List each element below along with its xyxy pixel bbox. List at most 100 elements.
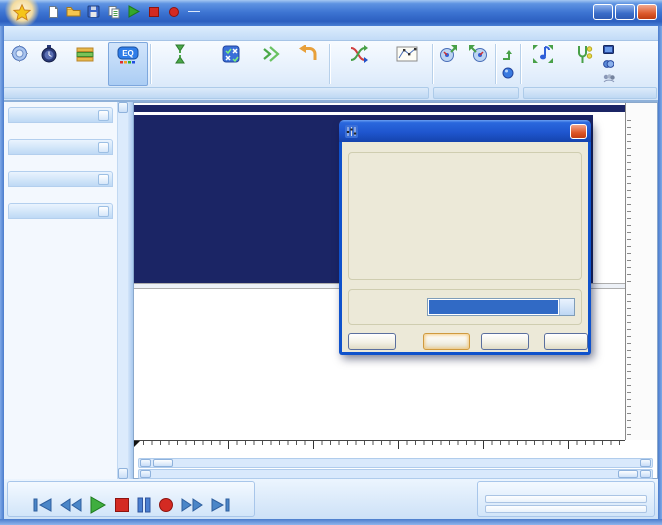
minimize-button[interactable] bbox=[593, 4, 613, 20]
horizontal-scrollbar-wave[interactable] bbox=[138, 458, 653, 468]
record-icon[interactable] bbox=[166, 4, 181, 19]
scroll-right-icon[interactable] bbox=[640, 459, 651, 467]
amplify-button[interactable] bbox=[3, 42, 35, 86]
record-button[interactable] bbox=[158, 497, 174, 513]
time-ruler[interactable] bbox=[134, 440, 625, 457]
play-icon[interactable] bbox=[126, 4, 141, 19]
mix-stereo-channels-icon bbox=[348, 43, 368, 64]
collapse-icon[interactable] bbox=[98, 109, 109, 121]
dialog-body bbox=[342, 142, 588, 352]
horizontal-scrollbar-view[interactable] bbox=[138, 469, 653, 479]
echo-button[interactable] bbox=[35, 42, 62, 86]
flanger-button[interactable] bbox=[603, 58, 659, 71]
dialog-titlebar[interactable] bbox=[339, 120, 591, 142]
collapse-icon[interactable] bbox=[98, 141, 109, 153]
window-frame-right bbox=[658, 26, 662, 519]
envelope-button[interactable] bbox=[384, 42, 430, 86]
chevron-down-icon[interactable] bbox=[559, 299, 574, 315]
preview-button[interactable] bbox=[348, 333, 396, 350]
equalizer-groupbox bbox=[348, 152, 582, 280]
skip-to-end-button[interactable] bbox=[210, 497, 230, 513]
fade-sphere-icon[interactable] bbox=[501, 66, 516, 80]
level-meter-right bbox=[485, 505, 647, 513]
collapse-icon[interactable] bbox=[98, 173, 109, 185]
db-ruler bbox=[625, 103, 658, 440]
phaser-button[interactable] bbox=[603, 44, 659, 57]
envelope-icon bbox=[396, 43, 418, 64]
open-file-icon[interactable] bbox=[66, 4, 81, 19]
group-label-fade bbox=[433, 87, 519, 99]
dialog-close-button[interactable] bbox=[570, 123, 587, 139]
speed-change-button[interactable] bbox=[523, 42, 563, 86]
new-file-icon[interactable] bbox=[46, 4, 61, 19]
section-header-tools[interactable] bbox=[8, 171, 113, 187]
pause-button[interactable] bbox=[137, 497, 151, 513]
section-header-effects[interactable] bbox=[8, 139, 113, 155]
speed-change-icon bbox=[532, 43, 554, 64]
ok-button[interactable] bbox=[423, 333, 470, 350]
compressor-icon bbox=[172, 43, 188, 64]
scroll-right-icon[interactable] bbox=[640, 470, 651, 478]
db-scale-right-channel bbox=[626, 289, 658, 439]
ribbon-separator bbox=[329, 44, 330, 84]
fast-forward-button[interactable] bbox=[181, 497, 203, 513]
task-pane bbox=[4, 102, 117, 479]
selection-info-panel bbox=[260, 481, 472, 517]
compressor-button[interactable] bbox=[153, 42, 207, 86]
svg-text:EQ: EQ bbox=[122, 49, 134, 58]
sidebar-section-edit bbox=[8, 107, 113, 132]
scroll-left-icon[interactable] bbox=[140, 470, 151, 478]
presets-groupbox bbox=[348, 289, 582, 325]
amplify-icon bbox=[10, 43, 29, 64]
flanger-icon bbox=[603, 60, 614, 68]
skip-to-start-button[interactable] bbox=[33, 497, 53, 513]
reverb-button[interactable] bbox=[254, 42, 288, 86]
fade-preset-arrow-icon[interactable] bbox=[501, 49, 516, 63]
transport-controls bbox=[8, 493, 254, 517]
presets-selected-value[interactable] bbox=[429, 300, 558, 314]
qat-customize-icon[interactable] bbox=[188, 11, 200, 12]
sidebar-section-bookmark bbox=[8, 203, 113, 228]
scroll-left-icon[interactable] bbox=[140, 459, 151, 467]
section-header-edit[interactable] bbox=[8, 107, 113, 123]
presets-dropdown[interactable] bbox=[427, 298, 575, 316]
reverse-button[interactable] bbox=[288, 42, 327, 86]
scroll-down-icon[interactable] bbox=[118, 468, 128, 479]
time-ruler-ticks bbox=[140, 441, 622, 449]
window-frame-bottom bbox=[0, 519, 662, 525]
scrollbar-thumb[interactable] bbox=[618, 470, 638, 478]
equalizer-dialog-icon bbox=[345, 124, 358, 138]
stop-button[interactable] bbox=[114, 497, 130, 513]
chorus-button[interactable] bbox=[603, 72, 659, 85]
play-button[interactable] bbox=[89, 496, 107, 514]
group-label-special bbox=[523, 87, 657, 99]
sidebar-scrollbar[interactable] bbox=[117, 102, 128, 479]
ribbon-separator bbox=[150, 44, 151, 84]
collapse-icon[interactable] bbox=[98, 205, 109, 217]
equalizer-icon: EQ bbox=[116, 44, 140, 65]
maximize-button[interactable] bbox=[615, 4, 635, 20]
save-icon[interactable] bbox=[86, 4, 101, 19]
cancel-button[interactable] bbox=[481, 333, 529, 350]
app-logo-button[interactable] bbox=[5, 0, 39, 26]
section-header-bookmark[interactable] bbox=[8, 203, 113, 219]
waveform-unselected-region[interactable] bbox=[593, 115, 625, 283]
fade-in-button[interactable] bbox=[435, 42, 463, 86]
normalize-button[interactable] bbox=[62, 42, 108, 86]
ribbon-separator bbox=[495, 44, 496, 84]
scroll-up-icon[interactable] bbox=[118, 102, 128, 113]
mix-stereo-channels-button[interactable] bbox=[332, 42, 384, 86]
stop-icon[interactable] bbox=[146, 4, 161, 19]
eq-sliders bbox=[381, 166, 577, 262]
pitch-change-button[interactable] bbox=[563, 42, 603, 86]
equalizer-button[interactable]: EQ bbox=[108, 42, 148, 86]
help-button[interactable] bbox=[544, 333, 588, 350]
close-button[interactable] bbox=[637, 4, 657, 20]
db-scale-left-channel bbox=[626, 115, 658, 283]
fade-out-button[interactable] bbox=[463, 42, 493, 86]
rewind-button[interactable] bbox=[59, 497, 82, 513]
pitch-change-icon bbox=[573, 43, 593, 64]
copy-icon[interactable] bbox=[106, 4, 121, 19]
scrollbar-thumb[interactable] bbox=[153, 459, 173, 467]
high-pass-filter-button[interactable] bbox=[207, 42, 254, 86]
